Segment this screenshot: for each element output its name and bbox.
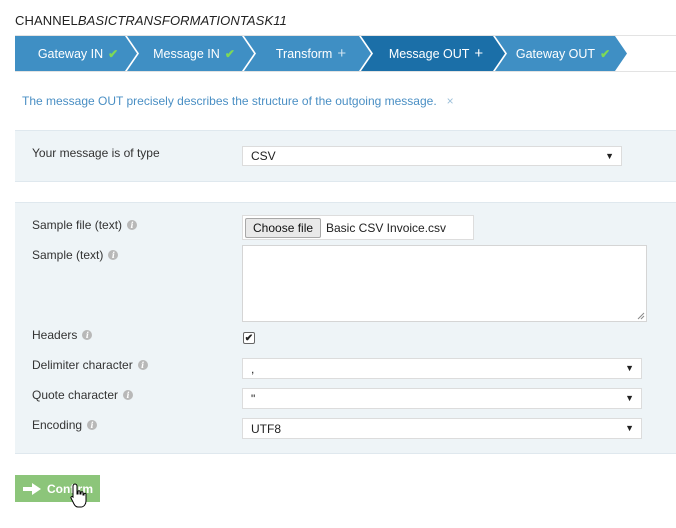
delimiter-label-text: Delimiter character	[32, 358, 133, 372]
message-type-panel: Your message is of type CSV ▼	[15, 130, 676, 182]
info-icon: i	[82, 330, 93, 340]
quote-select[interactable]: " ▼	[242, 388, 642, 409]
page-title: CHANNELBASICTRANSFORMATIONTASK11	[15, 13, 287, 28]
caret-down-icon: ▼	[625, 393, 634, 403]
info-icon: i	[127, 220, 138, 230]
step-label: Gateway OUT	[515, 46, 596, 61]
step-label: Message OUT	[388, 46, 470, 61]
info-icon: i	[87, 420, 98, 430]
arrow-right-icon	[23, 482, 41, 495]
info-icon: i	[137, 360, 148, 370]
select-value: CSV	[251, 149, 276, 163]
confirm-button[interactable]: Confirm	[15, 475, 100, 502]
info-text: The message OUT precisely describes the …	[22, 94, 437, 108]
delimiter-label: Delimiter character i	[32, 358, 148, 372]
step-label: Message IN	[153, 46, 220, 61]
info-icon: i	[123, 390, 134, 400]
plus-icon: +	[474, 45, 484, 62]
step-message-in[interactable]: Message IN ✔	[139, 36, 249, 71]
step-message-out[interactable]: Message OUT +	[373, 36, 499, 71]
step-label: Gateway IN	[37, 46, 104, 61]
resize-grip-icon[interactable]	[637, 312, 645, 320]
encoding-select[interactable]: UTF8 ▼	[242, 418, 642, 439]
sample-text-area[interactable]	[242, 245, 647, 322]
encoding-label-text: Encoding	[32, 418, 83, 432]
info-icon: i	[108, 250, 119, 260]
title-prefix: CHANNEL	[15, 13, 78, 28]
format-settings-panel: Sample file (text) i Choose file Basic C…	[15, 202, 676, 454]
headers-checkbox[interactable]: ✔	[243, 332, 255, 344]
info-message: The message OUT precisely describes the …	[22, 94, 454, 108]
wizard-steps: Gateway IN ✔ Message IN ✔ Transform + Me…	[15, 35, 676, 72]
step-transform[interactable]: Transform +	[256, 36, 366, 71]
quote-label-text: Quote character	[32, 388, 119, 402]
check-icon: ✔	[600, 46, 611, 61]
quote-label: Quote character i	[32, 388, 134, 402]
confirm-label: Confirm	[47, 481, 93, 496]
choose-file-button[interactable]: Choose file	[245, 218, 322, 238]
message-type-label: Your message is of type	[32, 146, 160, 160]
step-gateway-in[interactable]: Gateway IN ✔	[23, 36, 133, 71]
step-gateway-out[interactable]: Gateway OUT ✔	[507, 36, 619, 71]
selected-filename: Basic CSV Invoice.csv	[326, 221, 447, 235]
step-label: Transform	[275, 46, 333, 61]
select-value: UTF8	[251, 421, 281, 436]
sample-text-label-text: Sample (text)	[32, 248, 104, 262]
encoding-label: Encoding i	[32, 418, 98, 432]
caret-down-icon: ▼	[605, 151, 614, 161]
sample-file-label: Sample file (text) i	[32, 218, 138, 232]
check-icon: ✔	[224, 46, 235, 61]
message-type-select[interactable]: CSV ▼	[242, 146, 622, 166]
caret-down-icon: ▼	[625, 363, 634, 373]
headers-label-text: Headers	[32, 328, 78, 342]
headers-label: Headers i	[32, 328, 93, 342]
close-icon[interactable]: ×	[447, 94, 454, 108]
plus-icon: +	[337, 45, 347, 62]
check-icon: ✔	[108, 46, 119, 61]
sample-text-label: Sample (text) i	[32, 248, 119, 262]
select-value: ,	[251, 361, 255, 376]
select-value: "	[251, 391, 256, 406]
check-icon: ✔	[244, 332, 254, 344]
sample-file-label-text: Sample file (text)	[32, 218, 123, 232]
delimiter-select[interactable]: , ▼	[242, 358, 642, 379]
sample-file-input: Choose file Basic CSV Invoice.csv	[242, 215, 474, 240]
caret-down-icon: ▼	[625, 423, 634, 433]
title-channel-name: BASICTRANSFORMATIONTASK11	[77, 13, 287, 28]
